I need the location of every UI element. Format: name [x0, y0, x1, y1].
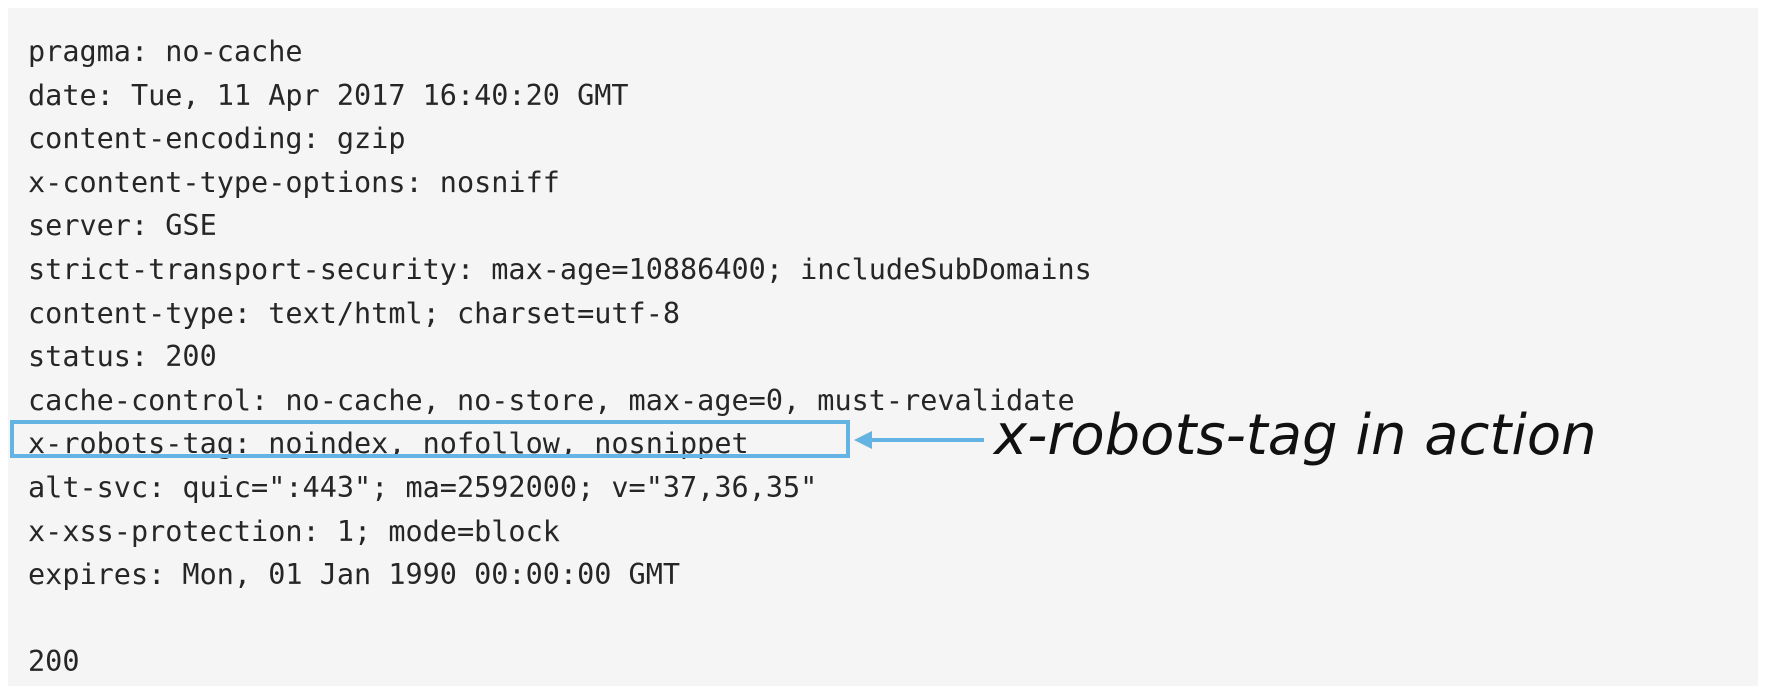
- header-line-x-xss-protection: x-xss-protection: 1; mode=block: [28, 514, 560, 548]
- annotation-label: x-robots-tag in action: [994, 403, 1597, 468]
- header-line-alt-svc: alt-svc: quic=":443"; ma=2592000; v="37,…: [28, 470, 818, 504]
- x-robots-tag-highlight-box: [10, 420, 850, 458]
- header-line-content-encoding: content-encoding: gzip: [28, 122, 406, 156]
- header-line-strict-transport-security: strict-transport-security: max-age=10886…: [28, 252, 1092, 286]
- header-line-expires: expires: Mon, 01 Jan 1990 00:00:00 GMT: [28, 558, 681, 592]
- header-list: pragma: no-cache date: Tue, 11 Apr 2017 …: [28, 30, 1092, 684]
- header-line-cache-control: cache-control: no-cache, no-store, max-a…: [28, 383, 1075, 417]
- status-code-line: 200: [28, 645, 80, 679]
- arrow-left-icon: [854, 431, 984, 449]
- header-line-date: date: Tue, 11 Apr 2017 16:40:20 GMT: [28, 78, 629, 112]
- header-line-pragma: pragma: no-cache: [28, 35, 303, 68]
- header-line-x-content-type-options: x-content-type-options: nosniff: [28, 165, 560, 199]
- blank-line: [28, 597, 1092, 641]
- header-line-content-type: content-type: text/html; charset=utf-8: [28, 296, 681, 330]
- header-line-status: status: 200: [28, 340, 217, 374]
- response-headers-panel: pragma: no-cache date: Tue, 11 Apr 2017 …: [8, 8, 1758, 686]
- header-line-server: server: GSE: [28, 209, 217, 243]
